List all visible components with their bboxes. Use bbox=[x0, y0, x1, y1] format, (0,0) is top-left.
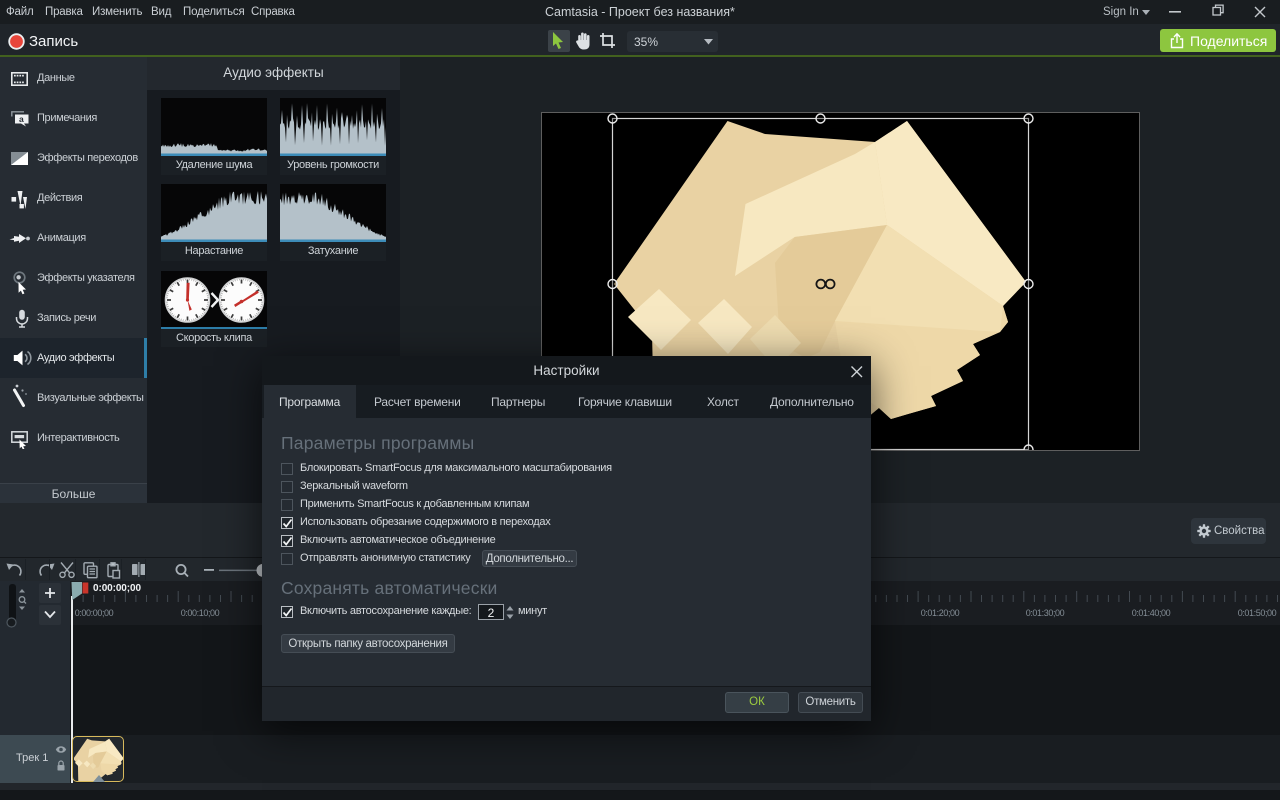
svg-text:a: a bbox=[19, 114, 24, 124]
